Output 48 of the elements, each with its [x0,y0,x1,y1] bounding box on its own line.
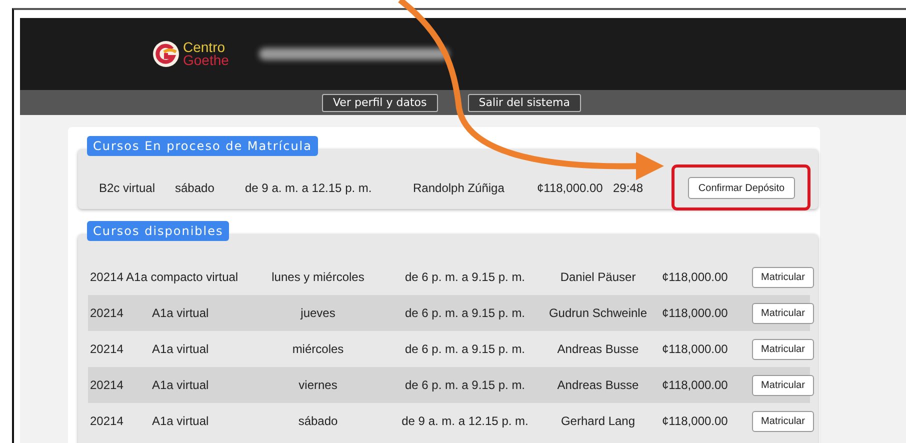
countdown-timer: 29:48 [613,181,644,195]
confirm-deposit-button[interactable]: Confirmar Depósito [688,177,795,199]
table-cell-text: ¢118,000.00 [662,414,729,428]
table-cell-text: A1a virtual [152,414,210,428]
enroll-button[interactable]: Matricular [752,266,814,288]
section-title: Cursos En proceso de Matrícula [87,136,318,156]
course-name: B2c virtual [99,181,156,195]
teacher-name: Randolph Zúñiga [413,181,506,195]
table-cell-text: 20214 A1a compacto virtual [90,270,240,284]
table-cell-text: Andreas Busse [556,378,640,392]
course-time: de 9 a. m. a 12.15 p. m. [245,181,373,195]
nav-button[interactable]: Salir del sistema [468,94,581,112]
enroll-button[interactable]: Matricular [752,338,814,360]
table-cell-text: de 6 p. m. a 9.15 p. m. [404,306,526,320]
table-cell-text: lunes y miércoles [270,270,366,284]
table-cell-text: Gudrun Schweinle [548,306,648,320]
section-title: Cursos disponibles [87,221,230,241]
logo-text: Centro [183,41,226,54]
table-cell-text: ¢118,000.00 [662,306,729,320]
enroll-button[interactable]: Matricular [752,374,814,396]
table-cell-text: Daniel Päuser [559,270,637,284]
table-cell-text: A1a virtual [152,378,210,392]
table-cell-text: 20214 [90,414,124,428]
course-price: ¢118,000.00 [537,181,604,195]
table-cell-text: ¢118,000.00 [662,342,729,356]
table-cell-text: Gerhard Lang [560,414,636,428]
enroll-button[interactable]: Matricular [752,410,814,432]
nav-button[interactable]: Ver perfil y datos [322,94,438,112]
table-cell-text: viernes [298,378,338,392]
table-cell-text: de 6 p. m. a 9.15 p. m. [404,270,526,284]
table-cell-text: jueves [299,306,336,320]
table-cell-text: de 9 a. m. a 12.15 p. m. [400,414,530,428]
table-cell-text: A1a virtual [152,342,210,356]
table-cell-text: miércoles [291,342,345,356]
table-cell-text: ¢118,000.00 [662,378,729,392]
table-cell-text: 20214 [90,342,124,356]
table-cell-text: 20214 [90,378,124,392]
table-cell-text: de 6 p. m. a 9.15 p. m. [404,378,526,392]
table-cell-text: ¢118,000.00 [662,270,729,284]
table-cell-text: sábado [297,414,339,428]
table-cell-text: A1a virtual [152,306,210,320]
table-cell-text: de 6 p. m. a 9.15 p. m. [404,342,526,356]
table-cell-text: 20214 [90,306,124,320]
enroll-button[interactable]: Matricular [752,302,814,324]
course-day: sábado [175,181,245,195]
logo-icon [152,40,180,68]
table-cell-text: Andreas Busse [556,342,640,356]
logo-text: Goethe [183,54,229,67]
